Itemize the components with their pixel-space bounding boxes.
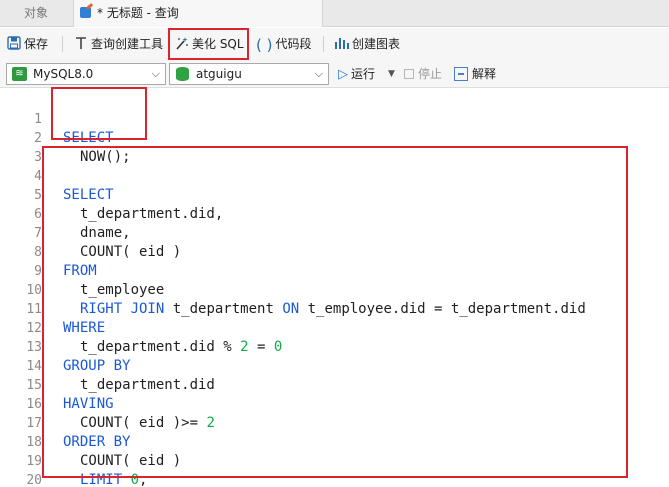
chevron-down-icon: ⌵	[314, 67, 323, 80]
mysql-icon: ≋	[12, 67, 27, 81]
query-builder-label: 查询创建工具	[91, 37, 164, 51]
database-icon	[176, 67, 189, 81]
toolbar-divider	[62, 36, 63, 52]
connection-toolbar: ≋ MySQL8.0 ⌵ atguigu ⌵ ▷ 运行 ▼ 停止 解释	[0, 60, 669, 88]
main-toolbar: 保存 查询创建工具 美化 SQL ( ) 代码段 创建图表	[0, 28, 669, 60]
stop-icon	[404, 69, 414, 79]
query-builder-button[interactable]: 查询创建工具	[74, 32, 163, 56]
run-button[interactable]: ▷ 运行	[338, 63, 375, 85]
database-value: atguigu	[196, 67, 242, 81]
now-query-highlight-box	[51, 87, 147, 140]
connection-value: MySQL8.0	[33, 67, 94, 81]
chevron-down-icon: ⌵	[151, 67, 160, 80]
database-select[interactable]: atguigu ⌵	[169, 63, 329, 85]
query-builder-icon	[74, 36, 88, 53]
save-icon	[7, 36, 21, 53]
stop-label: 停止	[418, 67, 443, 81]
parentheses-icon: ( )	[256, 35, 273, 54]
code-snippet-button[interactable]: ( ) 代码段	[256, 32, 312, 56]
tab-query[interactable]: * 无标题 - 查询	[73, 0, 323, 27]
run-dropdown-icon[interactable]: ▼	[388, 63, 395, 85]
bar-chart-icon	[334, 36, 349, 53]
stop-button[interactable]: 停止	[404, 63, 442, 85]
beautify-highlight-box	[168, 28, 249, 60]
save-button[interactable]: 保存	[7, 32, 48, 56]
line-number: 20	[26, 473, 42, 487]
tab-objects[interactable]: 对象	[0, 0, 72, 27]
explain-button[interactable]: 解释	[454, 63, 496, 85]
query-icon	[80, 3, 94, 19]
tab-query-label: * 无标题 - 查询	[97, 6, 179, 20]
explain-label: 解释	[472, 67, 497, 81]
main-query-highlight-box	[42, 146, 628, 478]
code-snippet-label: 代码段	[275, 37, 312, 51]
connection-select[interactable]: ≋ MySQL8.0 ⌵	[6, 63, 166, 85]
save-label: 保存	[24, 37, 49, 51]
toolbar-divider	[323, 36, 324, 52]
play-icon: ▷	[338, 67, 348, 82]
explain-icon	[454, 67, 468, 81]
create-chart-button[interactable]: 创建图表	[334, 32, 400, 56]
tab-bar: 对象 * 无标题 - 查询	[0, 0, 669, 27]
create-chart-label: 创建图表	[352, 37, 401, 51]
run-label: 运行	[351, 67, 376, 81]
